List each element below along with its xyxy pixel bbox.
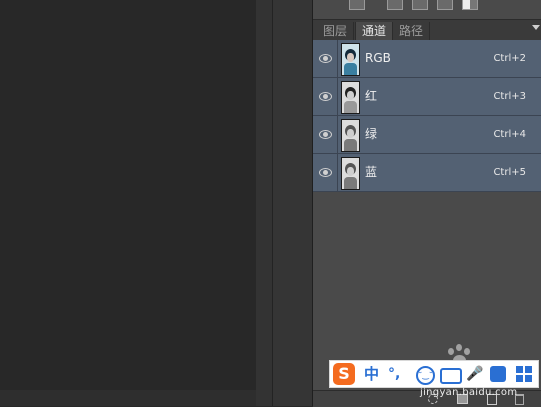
panel-dock-gutter <box>272 0 313 406</box>
panel-menu-icon[interactable] <box>532 25 540 30</box>
visibility-toggle[interactable] <box>313 78 338 115</box>
channel-row-blue[interactable]: 蓝 Ctrl+5 <box>313 154 541 192</box>
eye-icon <box>319 130 332 139</box>
skin-icon[interactable] <box>490 366 506 382</box>
visibility-toggle[interactable] <box>313 154 338 191</box>
channel-row-green[interactable]: 绿 Ctrl+4 <box>313 116 541 154</box>
channel-thumbnail <box>341 119 360 152</box>
toolbox-grid-icon[interactable] <box>516 366 532 382</box>
channel-thumbnail <box>341 157 360 190</box>
channel-shortcut: Ctrl+5 <box>493 167 526 178</box>
channel-name: 蓝 <box>365 165 378 179</box>
emoji-icon[interactable]: ˘‿˘ <box>416 366 435 385</box>
canvas-vertical-scrollbar[interactable] <box>256 0 272 406</box>
keyboard-icon[interactable] <box>440 368 462 384</box>
tab-paths[interactable]: 路径 <box>393 22 431 40</box>
voice-input-icon[interactable]: 🎤 <box>466 361 483 387</box>
channel-row-red[interactable]: 红 Ctrl+3 <box>313 78 541 116</box>
canvas-status-bar <box>0 390 256 406</box>
channels-panel: 图层 通道 路径 RGB Ctrl+2 红 Ctrl+3 绿 Ctrl+4 蓝 … <box>312 0 541 407</box>
visibility-toggle[interactable] <box>313 116 338 153</box>
channel-shortcut: Ctrl+3 <box>493 91 526 102</box>
tab-channels[interactable]: 通道 <box>355 22 394 40</box>
eye-icon <box>319 168 332 177</box>
adjustment-icon[interactable] <box>412 0 428 10</box>
channel-name: 绿 <box>365 127 378 141</box>
channel-list: RGB Ctrl+2 红 Ctrl+3 绿 Ctrl+4 蓝 Ctrl+5 <box>313 40 541 192</box>
channel-name: RGB <box>365 51 391 65</box>
ime-language-toggle[interactable]: 中 <box>364 361 379 387</box>
visibility-toggle[interactable] <box>313 40 338 77</box>
channel-thumbnail <box>341 43 360 76</box>
eye-icon <box>319 92 332 101</box>
eye-icon <box>319 54 332 63</box>
ime-punctuation-toggle[interactable]: °, <box>388 361 400 387</box>
ime-toolbar: S 中 °, ˘‿˘ 🎤 <box>329 360 539 388</box>
channel-shortcut: Ctrl+2 <box>493 53 526 64</box>
adjustment-icon[interactable] <box>437 0 453 10</box>
channel-row-rgb[interactable]: RGB Ctrl+2 <box>313 40 541 78</box>
adjustment-icon[interactable] <box>462 0 478 10</box>
watermark-text: jingyan.baidu.com <box>420 387 518 398</box>
tab-layers[interactable]: 图层 <box>317 22 355 40</box>
channel-thumbnail <box>341 81 360 114</box>
adjustments-icon-strip <box>313 0 541 20</box>
ime-logo[interactable]: S <box>333 363 355 385</box>
adjustment-icon[interactable] <box>349 0 365 10</box>
channel-name: 红 <box>365 89 378 103</box>
panel-tab-bar: 图层 通道 路径 <box>313 20 541 41</box>
channel-shortcut: Ctrl+4 <box>493 129 526 140</box>
document-canvas[interactable] <box>0 0 256 406</box>
adjustment-icon[interactable] <box>387 0 403 10</box>
